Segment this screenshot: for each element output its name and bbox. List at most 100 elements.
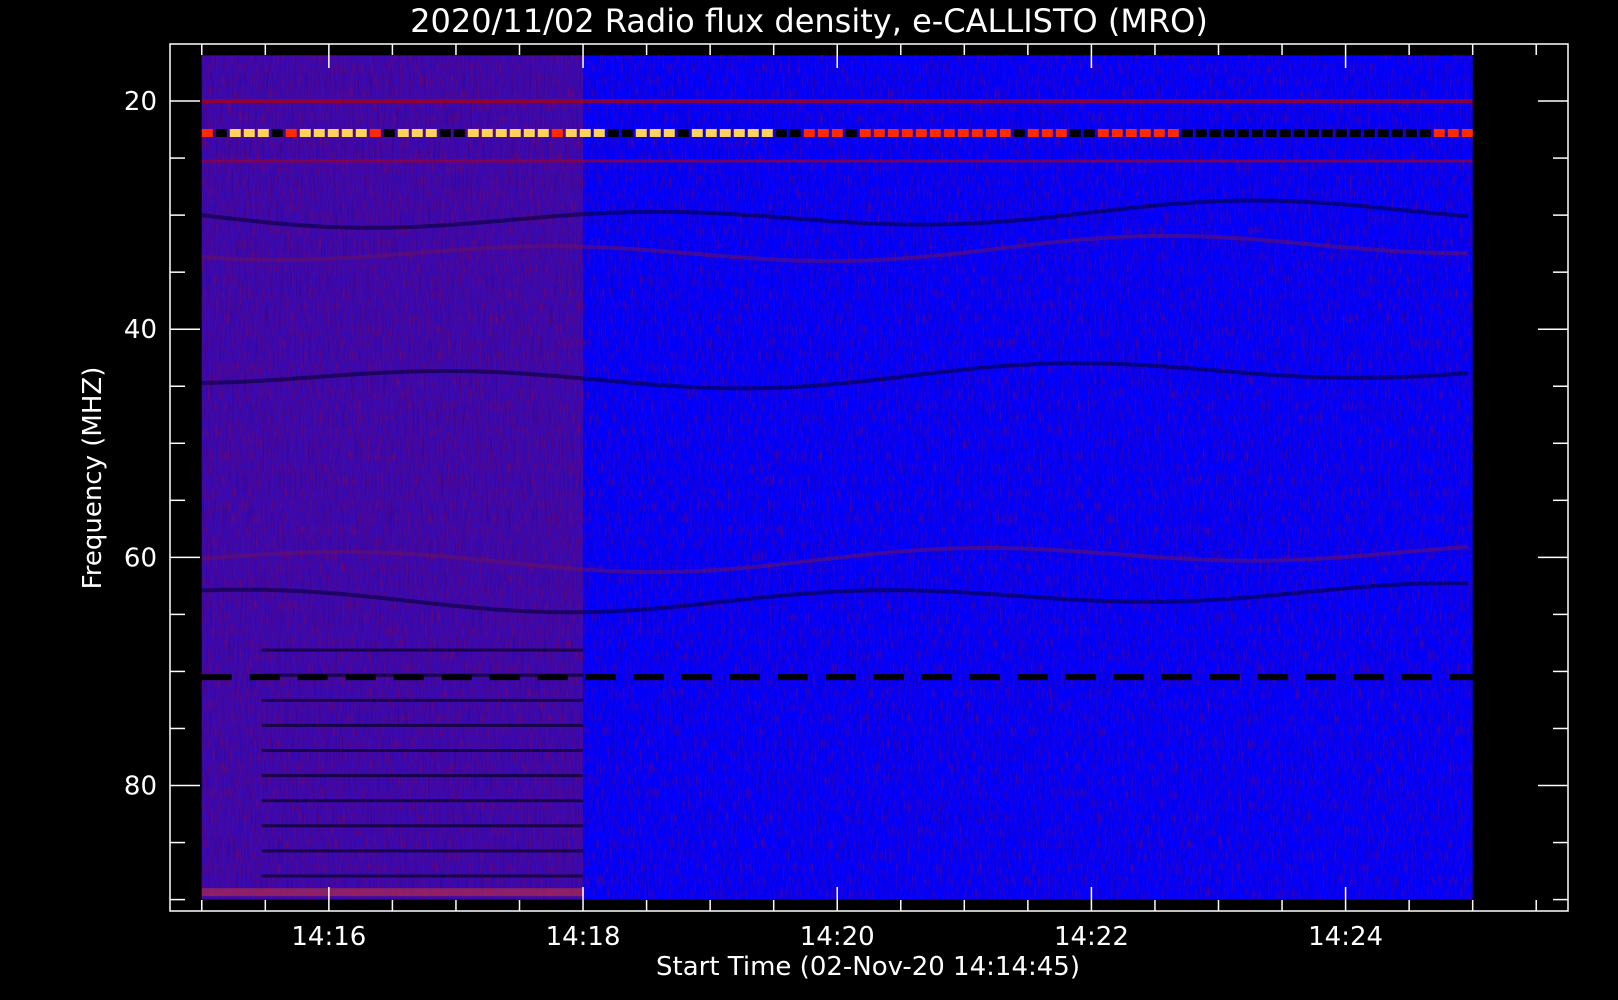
dark-stripe [261, 849, 584, 853]
dark-band-segment [1161, 674, 1192, 681]
x-axis-title: Start Time (02-Nov-20 14:14:45) [656, 952, 1080, 982]
band-segment [635, 128, 647, 137]
band-segment [1027, 128, 1039, 137]
band-segment [1013, 128, 1025, 137]
y-tick-label: 20 [124, 87, 157, 117]
band-segment [887, 128, 899, 137]
y-tick-label: 40 [124, 315, 157, 345]
band-segment [1461, 128, 1473, 137]
dark-stripe [261, 648, 584, 652]
dark-stripe [261, 874, 584, 878]
band-segment [831, 128, 843, 137]
band-segment [1055, 128, 1067, 137]
dark-stripe [261, 749, 584, 753]
band-segment [341, 128, 353, 137]
band-segment [313, 128, 325, 137]
band-segment [509, 128, 521, 137]
x-tick-label: 14:24 [1308, 922, 1383, 952]
dark-band-segment [1065, 674, 1096, 681]
band-segment [971, 128, 983, 137]
dark-band-segment [633, 674, 664, 681]
band-segment [691, 128, 703, 137]
band-segment [1419, 128, 1431, 137]
band-segment [677, 128, 689, 137]
band-segment [901, 128, 913, 137]
band-segment [481, 128, 493, 137]
band-segment [1069, 128, 1081, 137]
band-segment [719, 128, 731, 137]
dark-band-segment [921, 674, 952, 681]
band-segment [789, 128, 801, 137]
dark-band-segment [1257, 674, 1288, 681]
band-segment [803, 128, 815, 137]
band-segment [439, 128, 451, 137]
band-segment [845, 128, 857, 137]
band-segment [1279, 128, 1291, 137]
dark-band-segment [1353, 674, 1384, 681]
band-segment [551, 128, 563, 137]
band-segment [663, 128, 675, 137]
dark-stripe [261, 698, 584, 702]
band-segment [1307, 128, 1319, 137]
dark-band-segment [1017, 674, 1048, 681]
band-segment [761, 128, 773, 137]
band-segment [985, 128, 997, 137]
spectrogram-dark-noise [201, 55, 1473, 900]
dark-stripe [261, 774, 584, 778]
dark-stripe [261, 824, 584, 828]
band-segment [229, 128, 241, 137]
band-segment [1181, 128, 1193, 137]
dark-band-segment [873, 674, 904, 681]
band-segment [999, 128, 1011, 137]
band-segment [1349, 128, 1361, 137]
dark-band-segment [1209, 674, 1240, 681]
x-tick-label: 14:22 [1054, 922, 1129, 952]
spectrogram-chart: 2020/11/02 Radio flux density, e-CALLIST… [0, 0, 1618, 1000]
band-segment [1335, 128, 1347, 137]
band-segment [607, 128, 619, 137]
band-segment [537, 128, 549, 137]
band-segment [1097, 128, 1109, 137]
band-segment [873, 128, 885, 137]
band-segment [397, 128, 409, 137]
band-segment [817, 128, 829, 137]
band-line [201, 159, 1473, 163]
dark-stripe [261, 673, 584, 677]
band-segment [1153, 128, 1165, 137]
band-segment [957, 128, 969, 137]
band-segment [1041, 128, 1053, 137]
band-segment [495, 128, 507, 137]
band-segment [1321, 128, 1333, 137]
dark-band-segment [777, 674, 808, 681]
band-segment [383, 128, 395, 137]
band-segment [299, 128, 311, 137]
band-segment [1391, 128, 1403, 137]
band-segment [775, 128, 787, 137]
x-tick-label: 14:16 [291, 922, 366, 952]
band-segment [565, 128, 577, 137]
band-segment [1363, 128, 1375, 137]
band-segment [593, 128, 605, 137]
dark-band-segment [1449, 674, 1480, 681]
y-tick-label: 60 [124, 543, 157, 573]
dark-band-segment [1401, 674, 1432, 681]
band-segment [915, 128, 927, 137]
dark-band-segment [729, 674, 760, 681]
band-segment [1293, 128, 1305, 137]
x-tick-label: 14:20 [800, 922, 875, 952]
band-segment [243, 128, 255, 137]
band-segment [1265, 128, 1277, 137]
band-segment [285, 128, 297, 137]
dark-band-segment [681, 674, 712, 681]
band-segment [733, 128, 745, 137]
dark-band-segment [1113, 674, 1144, 681]
band-segment [1167, 128, 1179, 137]
band-segment [1405, 128, 1417, 137]
band-segment [1209, 128, 1221, 137]
spectrogram-image [201, 55, 1480, 900]
band-segment [1111, 128, 1123, 137]
band-segment [271, 128, 283, 137]
band-segment [579, 128, 591, 137]
band-segment [859, 128, 871, 137]
band-segment [411, 128, 423, 137]
